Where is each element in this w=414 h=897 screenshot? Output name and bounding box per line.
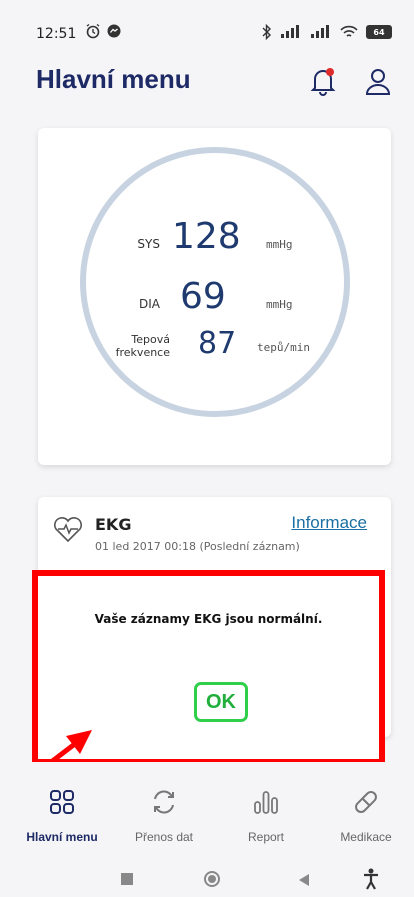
sys-row: SYS 128 mmHg [100, 216, 293, 257]
battery-icon: 64 [366, 25, 392, 39]
page-title: Hlavní menu [36, 64, 191, 94]
dia-row: DIA 69 mmHg [100, 276, 293, 317]
status-bar: 12:51 64 [0, 0, 414, 64]
pulse-label: Tepová frekvence [98, 333, 170, 359]
bluetooth-icon [262, 24, 271, 40]
recent-apps-icon[interactable] [120, 872, 134, 886]
notification-bell-icon[interactable] [309, 66, 337, 96]
ok-button[interactable]: OK [194, 682, 248, 722]
dia-unit: mmHg [266, 298, 293, 311]
messenger-icon [107, 24, 121, 38]
sys-label: SYS [137, 237, 160, 251]
nav-label-data-transfer: Přenos dat [134, 830, 194, 844]
pulse-unit: tepů/min [257, 341, 310, 354]
ekg-last-record-date: 01 led 2017 00:18 (Poslední záznam) [95, 540, 300, 553]
bottom-navigation: Hlavní menu Přenos dat Report Medikace [0, 762, 414, 862]
chart-icon [254, 791, 278, 814]
nav-item-data-transfer[interactable]: Přenos dat [114, 788, 214, 844]
ekg-title: EKG [95, 515, 132, 534]
system-navigation-bar [0, 862, 414, 897]
signal-icon [281, 25, 299, 38]
dia-label: DIA [139, 297, 160, 311]
nav-label-home: Hlavní menu [26, 830, 98, 844]
nav-label-report: Report [247, 830, 285, 844]
nav-item-home[interactable]: Hlavní menu [12, 788, 112, 844]
pulse-value: 87 [198, 326, 237, 361]
back-triangle-icon[interactable] [297, 873, 311, 887]
sync-icon [154, 790, 174, 814]
pill-icon [355, 791, 377, 813]
heart-ekg-icon [53, 517, 83, 543]
wifi-icon [340, 25, 358, 37]
dia-value: 69 [180, 276, 226, 317]
nav-item-report[interactable]: Report [216, 788, 316, 844]
status-time: 12:51 [36, 26, 77, 42]
grid-icon [50, 790, 74, 814]
accessibility-icon[interactable] [362, 868, 380, 890]
status-icons-left [85, 23, 121, 39]
alarm-icon [86, 23, 100, 39]
sys-unit: mmHg [266, 238, 293, 251]
pulse-label-line1: Tepová [131, 333, 170, 346]
blood-pressure-card[interactable]: SYS 128 mmHg DIA 69 mmHg Tepová frekvenc… [38, 128, 391, 465]
pulse-label-line2: frekvence [115, 346, 170, 359]
nav-label-medication: Medikace [340, 830, 392, 844]
signal-icon-2 [311, 25, 329, 38]
status-icons-right: 64 [262, 24, 392, 40]
home-circle-icon[interactable] [203, 870, 221, 888]
ekg-result-message: Vaše záznamy EKG jsou normální. [94, 612, 323, 626]
ekg-info-link[interactable]: Informace [291, 513, 367, 533]
sys-value: 128 [172, 216, 241, 257]
nav-item-medication[interactable]: Medikace [316, 788, 414, 844]
user-profile-icon[interactable] [364, 66, 392, 96]
